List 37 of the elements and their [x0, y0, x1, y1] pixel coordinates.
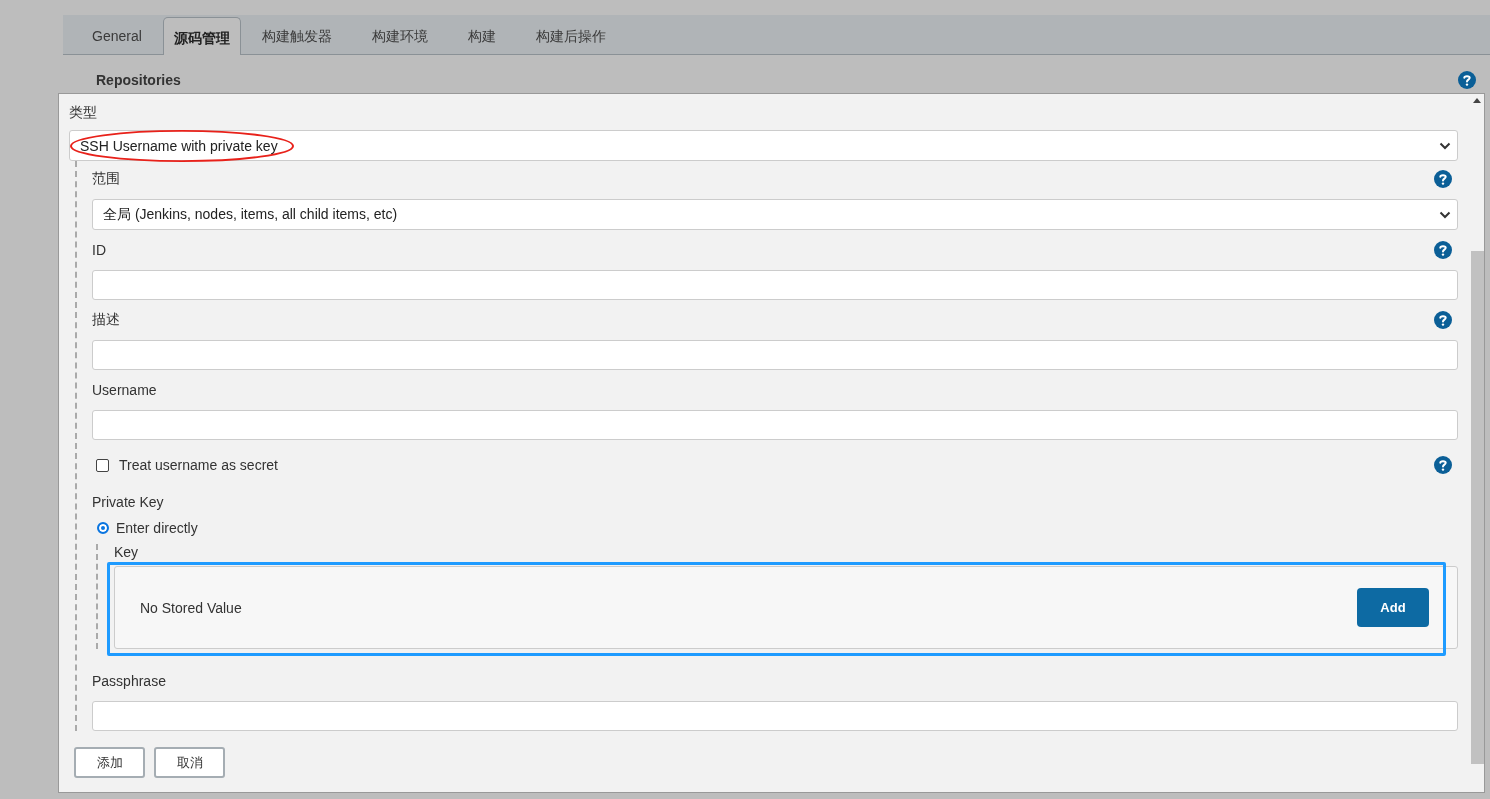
- checkbox[interactable]: [96, 458, 109, 472]
- scope-dropdown[interactable]: 全局 (Jenkins, nodes, items, all child items, etc): [92, 199, 1458, 230]
- field-label: 类型: [69, 104, 98, 122]
- field-label: 描述: [92, 311, 120, 329]
- stored-value-text: No Stored Value: [140, 599, 242, 616]
- help-icon[interactable]: [1434, 241, 1452, 259]
- checkbox-label: Treat username as secret: [119, 457, 278, 473]
- dialog-button[interactable]: 取消: [154, 747, 225, 778]
- field-label: ID: [92, 242, 106, 258]
- tab[interactable]: 构建环境: [352, 16, 447, 54]
- input-field[interactable]: [92, 410, 1458, 440]
- input-field[interactable]: [92, 270, 1458, 300]
- tab[interactable]: 构建: [448, 16, 515, 54]
- dialog-button[interactable]: 添加: [74, 747, 145, 778]
- input-field[interactable]: [92, 701, 1458, 731]
- field-label: Private Key: [92, 494, 165, 510]
- section-label: Repositories: [96, 72, 181, 88]
- chevron-down-icon: [1439, 141, 1451, 150]
- field-label: Passphrase: [92, 673, 166, 689]
- help-icon[interactable]: [1434, 456, 1452, 474]
- tab[interactable]: 构建后操作: [516, 16, 625, 54]
- help-icon[interactable]: [1434, 170, 1452, 188]
- help-icon[interactable]: [1458, 71, 1476, 89]
- add-button[interactable]: Add: [1357, 588, 1429, 627]
- field-label: Key: [114, 544, 140, 560]
- field-label: 范围: [92, 170, 120, 188]
- help-icon[interactable]: [1434, 311, 1452, 329]
- tab[interactable]: 源码管理: [162, 17, 241, 55]
- chevron-down-icon: [1439, 210, 1451, 219]
- type-dropdown[interactable]: SSH Username with private key: [69, 130, 1458, 161]
- field-label: Username: [92, 382, 157, 398]
- scroll-up-icon[interactable]: [1473, 98, 1481, 103]
- radio-label: Enter directly: [116, 520, 198, 536]
- tab[interactable]: General: [73, 16, 161, 54]
- tab[interactable]: 构建触发器: [242, 16, 351, 54]
- radio-button[interactable]: [97, 522, 109, 534]
- input-field[interactable]: [92, 340, 1458, 370]
